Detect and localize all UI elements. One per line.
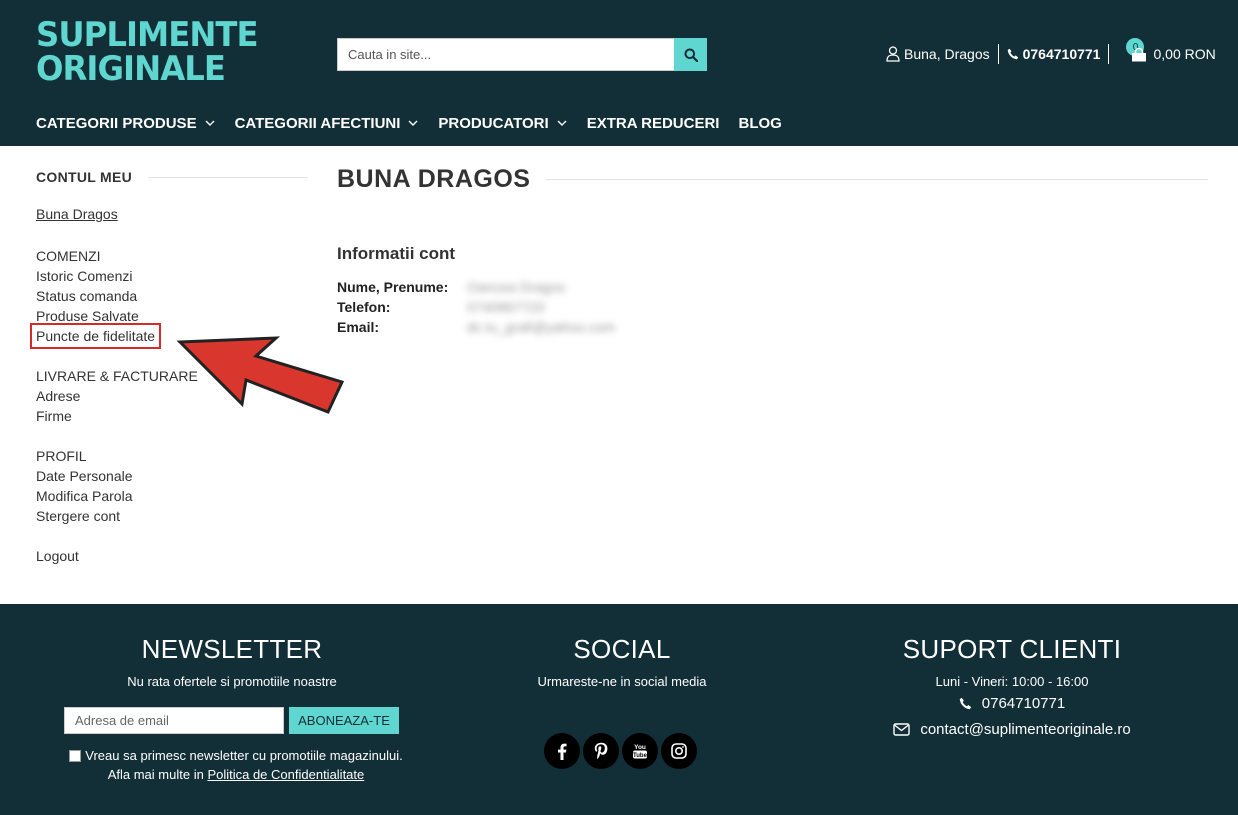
- envelope-icon: [893, 723, 911, 736]
- account-greeting: Buna, Dragos: [904, 46, 990, 62]
- user-icon: [886, 46, 900, 62]
- main-nav: CATEGORII PRODUSE CATEGORII AFECTIUNI PR…: [36, 113, 802, 133]
- site-logo[interactable]: SUPLIMENTE ORIGINALE: [36, 18, 259, 88]
- phone-icon: [959, 697, 971, 710]
- sidebar-group-comenzi: COMENZI Istoric Comenzi Status comanda P…: [29, 246, 162, 349]
- info-row-phone: Telefon: 0740867720: [337, 299, 545, 315]
- search-icon: [684, 48, 698, 62]
- nav-blog[interactable]: BLOG: [738, 113, 781, 133]
- divider: [997, 44, 999, 64]
- support-hours: Luni - Vineri: 10:00 - 16:00: [935, 674, 1089, 689]
- account-link[interactable]: Buna, Dragos: [886, 46, 990, 62]
- sidebar-account-link[interactable]: Buna Dragos: [36, 206, 118, 222]
- social-subtitle: Urmareste-ne in social media: [537, 674, 707, 689]
- chevron-down-icon: [557, 120, 567, 126]
- chevron-down-icon: [205, 120, 215, 126]
- search-button[interactable]: [674, 38, 707, 71]
- facebook-icon[interactable]: [544, 733, 580, 769]
- phone-icon: [1007, 48, 1018, 60]
- sidebar-item-status-comanda[interactable]: Status comanda: [36, 286, 158, 306]
- logout-link[interactable]: Logout: [36, 546, 79, 566]
- sidebar-title: CONTUL MEU: [36, 169, 133, 185]
- cart-total: 0,00 RON: [1153, 46, 1216, 62]
- instagram-icon[interactable]: [661, 733, 697, 769]
- support-email[interactable]: contact@suplimenteoriginale.ro: [816, 721, 1208, 738]
- sidebar-item-date-personale[interactable]: Date Personale: [36, 466, 133, 486]
- sidebar-group-profil: PROFIL Date Personale Modifica Parola St…: [36, 446, 133, 526]
- info-value-blurred: Oancea Dragos: [467, 279, 566, 295]
- subscribe-button[interactable]: ABONEAZA-TE: [289, 707, 399, 734]
- search-input[interactable]: [337, 38, 674, 71]
- privacy-policy-link[interactable]: Politica de Confidentialitate: [207, 767, 364, 782]
- page-title: BUNA DRAGOS: [337, 164, 531, 193]
- info-value-blurred: 0740867720: [467, 299, 545, 315]
- nav-categorii-produse[interactable]: CATEGORII PRODUSE: [36, 113, 215, 133]
- svg-text:You: You: [634, 744, 646, 751]
- social-section: SOCIAL Urmareste-ne in social media You T…: [426, 634, 818, 769]
- divider: [546, 178, 1208, 180]
- sidebar-item-puncte-fidelitate[interactable]: Puncte de fidelitate: [29, 323, 162, 349]
- annotation-arrow-icon: [176, 336, 345, 414]
- info-value-blurred: dc.tu_grafi@yahoo.com: [467, 319, 616, 335]
- support-section: SUPORT CLIENTI Luni - Vineri: 10:00 - 16…: [816, 634, 1208, 738]
- account-sidebar: CONTUL MEU Buna Dragos COMENZI Istoric C…: [29, 168, 308, 564]
- info-row-name: Nume, Prenume: Oancea Dragos: [337, 279, 566, 295]
- social-title: SOCIAL: [573, 634, 671, 664]
- youtube-icon[interactable]: You Tube: [622, 733, 658, 769]
- pinterest-icon[interactable]: [583, 733, 619, 769]
- info-row-email: Email: dc.tu_grafi@yahoo.com: [337, 319, 616, 335]
- chevron-down-icon: [408, 120, 418, 126]
- support-phone[interactable]: 0764710771: [816, 695, 1208, 712]
- svg-text:Tube: Tube: [633, 753, 648, 759]
- consent-checkbox[interactable]: [69, 749, 82, 762]
- sidebar-heading-profil: PROFIL: [36, 448, 87, 464]
- nav-producatori[interactable]: PRODUCATORI: [438, 113, 567, 133]
- newsletter-section: NEWSLETTER Nu rata ofertele si promotiil…: [36, 634, 428, 782]
- nav-extra-reduceri[interactable]: EXTRA REDUCERI: [587, 113, 720, 133]
- search-bar: [337, 38, 707, 71]
- newsletter-subtitle: Nu rata ofertele si promotiile noastre: [127, 674, 337, 689]
- sidebar-item-modifica-parola[interactable]: Modifica Parola: [36, 486, 133, 506]
- support-title: SUPORT CLIENTI: [902, 634, 1122, 664]
- newsletter-consent: Vreau sa primesc newsletter cu promotiil…: [56, 746, 416, 784]
- cart-button[interactable]: 0 0,00 RON: [1117, 38, 1216, 62]
- sidebar-item-stergere-cont[interactable]: Stergere cont: [36, 506, 133, 526]
- nav-categorii-afectiuni[interactable]: CATEGORII AFECTIUNI: [235, 113, 419, 133]
- divider: [148, 176, 308, 178]
- sidebar-item-istoric-comenzi[interactable]: Istoric Comenzi: [36, 266, 158, 286]
- newsletter-email-input[interactable]: [64, 707, 284, 734]
- account-info: Nume, Prenume: Oancea Dragos Telefon: 07…: [337, 277, 615, 337]
- newsletter-title: NEWSLETTER: [141, 634, 323, 664]
- divider: [1108, 44, 1110, 64]
- account-info-heading: Informatii cont: [337, 244, 456, 263]
- header-phone[interactable]: 0764710771: [1007, 46, 1100, 62]
- page-title-row: BUNA DRAGOS: [337, 164, 1208, 194]
- social-icons: You Tube: [544, 733, 697, 769]
- header-account-bar: Buna, Dragos 0764710771 0 0,00 RON: [886, 38, 1216, 64]
- site-footer: NEWSLETTER Nu rata ofertele si promotiil…: [0, 604, 1238, 815]
- site-header: SUPLIMENTE ORIGINALE Buna, Dragos 076471…: [0, 0, 1238, 146]
- sidebar-item-produse-salvate[interactable]: Produse Salvate: [36, 306, 158, 326]
- shopping-bag-icon: [1132, 48, 1147, 62]
- sidebar-heading-comenzi: COMENZI: [36, 248, 101, 264]
- newsletter-form: ABONEAZA-TE: [64, 707, 404, 734]
